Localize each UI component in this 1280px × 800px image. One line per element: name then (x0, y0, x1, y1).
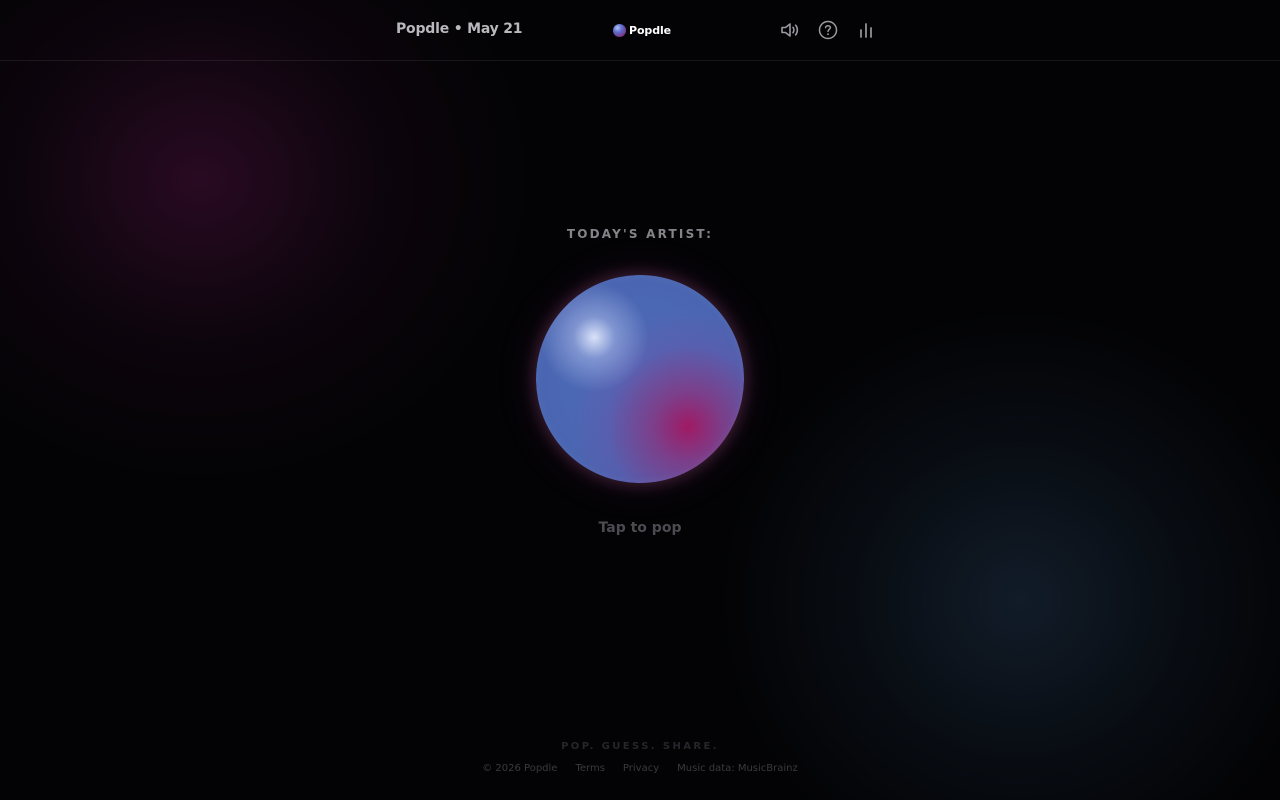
privacy-link[interactable]: Privacy (623, 763, 659, 774)
brand-name: Popdle (629, 23, 671, 37)
help-button[interactable] (817, 19, 839, 41)
music-data-link[interactable]: Music data: MusicBrainz (677, 763, 798, 774)
help-circle-icon (818, 20, 838, 40)
footer-links: © 2026 Popdle Terms Privacy Music data: … (0, 763, 1280, 774)
date-title: Popdle • May 21 (396, 21, 523, 37)
terms-link[interactable]: Terms (575, 763, 604, 774)
tagline: POP. GUESS. SHARE. (561, 741, 719, 752)
sound-button[interactable] (779, 19, 801, 41)
top-bar: Popdle • May 21 Popdle (0, 0, 1280, 61)
todays-artist-label: TODAY'S ARTIST: (566, 227, 714, 241)
speaker-icon (781, 23, 799, 37)
stats-button[interactable] (855, 19, 877, 41)
bar-chart-icon (860, 23, 872, 38)
logo-icon (613, 23, 626, 37)
tap-to-pop-hint: Tap to pop (598, 520, 682, 536)
brand[interactable]: Popdle (613, 22, 671, 38)
copyright: © 2026 Popdle (482, 763, 558, 774)
artist-bubble[interactable] (536, 275, 744, 483)
game-page: Popdle • May 21 Popdle TODAY'S ARTIST: T… (0, 0, 1280, 800)
